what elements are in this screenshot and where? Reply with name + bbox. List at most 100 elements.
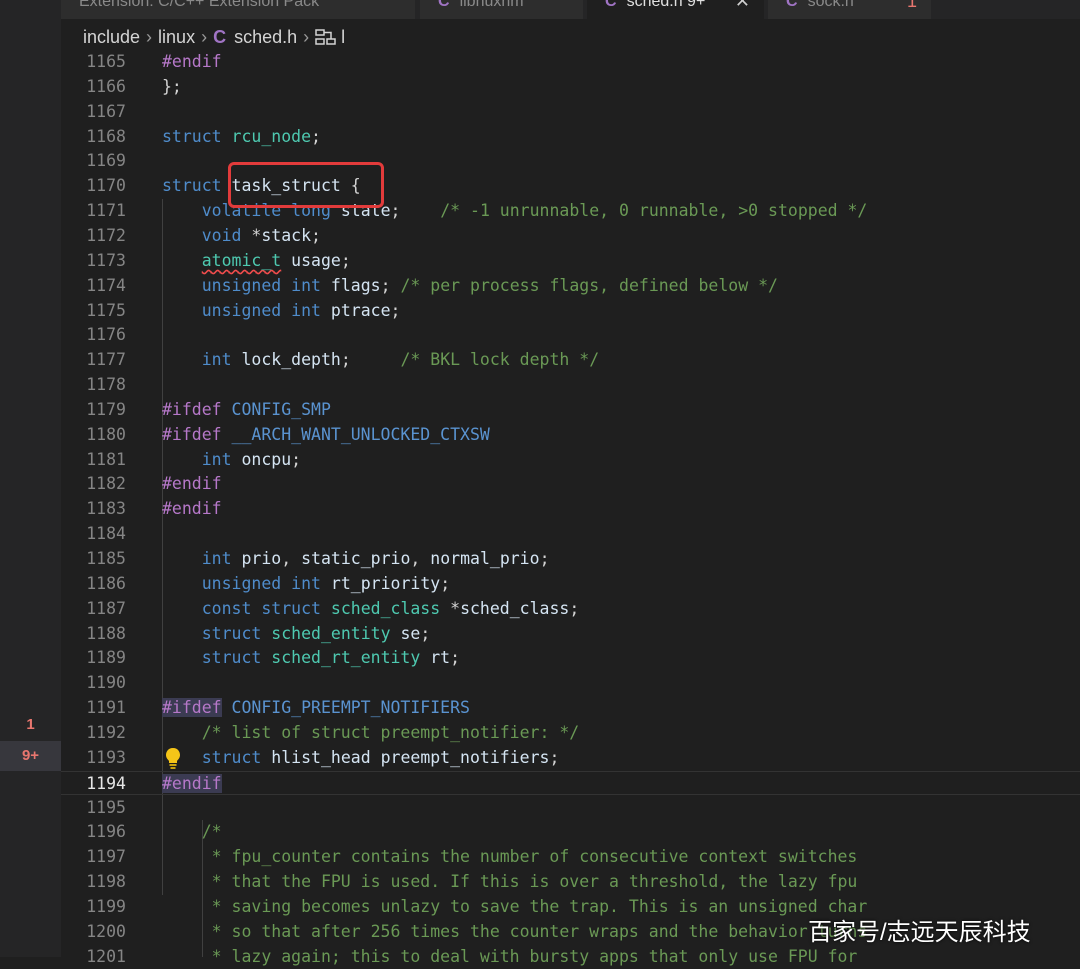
code-line[interactable]: 1173 atomic_t usage; [61, 249, 1080, 274]
code-line[interactable]: 1196 /* [61, 820, 1080, 845]
line-number: 1195 [86, 797, 126, 817]
code-line[interactable]: 1191 #ifdef CONFIG_PREEMPT_NOTIFIERS [61, 696, 1080, 721]
code-text: /* [162, 822, 222, 842]
lightbulb-icon[interactable] [163, 746, 183, 770]
code-text: struct rcu_node; [162, 126, 321, 146]
code-line[interactable]: 1181 int oncpu; [61, 448, 1080, 473]
code-editor[interactable]: 1165 #endif 1166}; 1167 1168 struct rcu_node;… [61, 50, 1080, 966]
code-line[interactable]: 1186 unsigned int rt_priority; [61, 572, 1080, 597]
code-line[interactable]: 1170 struct task_struct { [61, 174, 1080, 199]
line-number: 1177 [86, 350, 126, 370]
chevron-right-icon: › [201, 27, 208, 47]
code-line[interactable]: 1175 unsigned int ptrace; [61, 299, 1080, 324]
code-text: unsigned int rt_priority; [201, 573, 451, 593]
tab-sock-h[interactable]: Csock.h 1 [768, 0, 931, 19]
annotation-highlight-box [228, 162, 384, 208]
close-icon[interactable]: ✕ [735, 0, 750, 10]
code-line[interactable]: 1187 const struct sched_class *sched_cla… [61, 597, 1080, 622]
problem-count: 1 [906, 0, 917, 11]
tab-label: sched.h 9+ [626, 0, 706, 10]
code-text: unsigned int ptrace; [201, 300, 401, 320]
line-number: 1185 [86, 549, 126, 568]
line-number: 1180 [86, 424, 126, 444]
code-line[interactable]: 1188 struct sched_entity se; [61, 622, 1080, 647]
c-file-icon: C [786, 0, 798, 10]
code-line[interactable]: 1171 volatile long state; /* -1 unrunnab… [61, 199, 1080, 224]
code-text: unsigned int flags; /* per process flags… [201, 275, 778, 295]
line-number: 1197 [86, 847, 126, 867]
line-number: 1184 [86, 524, 126, 544]
code-line[interactable]: 1198 * that the FPU is used. If this is … [61, 870, 1080, 895]
line-number: 1183 [86, 499, 126, 519]
code-line[interactable]: 1192 /* list of struct preempt_notifier:… [61, 721, 1080, 746]
breadcrumb-linux[interactable]: linux [158, 27, 195, 47]
symbol-structure-icon [315, 29, 336, 45]
code-line[interactable]: 1193 struct hlist_head preempt_notifiers… [61, 746, 1080, 771]
c-file-icon: C [213, 27, 227, 47]
line-number: 1192 [86, 722, 126, 742]
code-line[interactable]: 1165 #endif [61, 50, 1080, 75]
line-number: 1182 [86, 474, 126, 494]
code-text: /* list of struct preempt_notifier: */ [162, 722, 580, 742]
code-line[interactable]: 1189 struct sched_rt_entity rt; [61, 646, 1080, 671]
code-line[interactable]: 1168 struct rcu_node; [61, 125, 1080, 150]
code-text: int prio, static_prio, normal_prio; [201, 549, 550, 568]
tab-bar: Extension: C/C++ Extension Pack Clibnuxn… [61, 0, 1080, 19]
breadcrumb-symbol[interactable]: l [341, 27, 345, 47]
code-text: }; [162, 76, 182, 96]
source-control-count-badge[interactable]: 9+ [0, 741, 61, 771]
line-number: 1194 [86, 773, 126, 793]
line-number: 1175 [86, 300, 126, 320]
watermark: 百家号/志远天辰科技 [808, 919, 1031, 946]
breadcrumb: include › linux › Csched.h › l [83, 24, 345, 50]
tab-label: libnuxnm [459, 0, 524, 10]
line-number: 1196 [86, 822, 126, 842]
code-line[interactable]: 1183 #endif [61, 497, 1080, 522]
tab-libnuxnm[interactable]: Clibnuxnm [420, 0, 583, 19]
code-text: #ifdef CONFIG_PREEMPT_NOTIFIERS [162, 698, 470, 718]
code-line[interactable]: 1179 #ifdef CONFIG_SMP [61, 398, 1080, 423]
code-text: * so that after 256 times the counter wr… [162, 921, 868, 941]
code-line[interactable]: 1195 [61, 796, 1080, 821]
breadcrumb-include[interactable]: include [83, 27, 140, 47]
line-number: 1179 [86, 399, 126, 419]
problems-count-badge[interactable]: 1 [0, 712, 61, 738]
line-number: 1198 [86, 872, 126, 892]
code-text: const struct sched_class *sched_class; [201, 598, 580, 618]
code-line[interactable]: 1197 * fpu_counter contains the number o… [61, 845, 1080, 870]
code-line[interactable]: 1167 [61, 100, 1080, 125]
line-number: 1187 [86, 598, 126, 618]
line-number: 1173 [86, 250, 126, 270]
code-line[interactable]: 1185 int prio, static_prio, normal_prio; [61, 547, 1080, 572]
code-text: #endif [162, 773, 222, 793]
breadcrumb-file[interactable]: sched.h [234, 27, 297, 47]
tab-extension[interactable]: Extension: C/C++ Extension Pack [61, 0, 415, 19]
line-number: 1171 [86, 201, 126, 221]
line-number: 1167 [86, 101, 126, 121]
line-number: 1178 [86, 375, 126, 395]
tab-sched-h[interactable]: Csched.h 9+ ✕ [587, 0, 764, 19]
code-line[interactable]: 1182 #endif [61, 472, 1080, 497]
code-line[interactable]: 1174 unsigned int flags; /* per process … [61, 274, 1080, 299]
line-number: 1186 [86, 573, 126, 593]
code-line[interactable]: 1166}; [61, 75, 1080, 100]
line-number: 1199 [86, 896, 126, 916]
line-number: 1200 [86, 921, 126, 941]
code-line[interactable]: 1184 [61, 522, 1080, 547]
line-number: 1174 [86, 275, 126, 295]
code-line[interactable]: 1176 [61, 323, 1080, 348]
code-line[interactable]: 1180 #ifdef __ARCH_WANT_UNLOCKED_CTXSW [61, 423, 1080, 448]
code-text: #ifdef CONFIG_SMP [162, 399, 331, 419]
code-line[interactable]: 1194 #endif [61, 770, 1080, 796]
code-line[interactable]: 1177 int lock_depth; /* BKL lock depth *… [61, 348, 1080, 373]
code-line[interactable]: 1178 [61, 373, 1080, 398]
code-line[interactable]: 1172 void *stack; [61, 224, 1080, 249]
code-line[interactable]: 1190 [61, 671, 1080, 696]
line-number: 1165 [86, 52, 126, 71]
code-line[interactable]: 1169 [61, 149, 1080, 174]
code-text: #endif [162, 52, 222, 71]
code-text: * that the FPU is used. If this is over … [162, 872, 858, 892]
code-text: #endif [162, 474, 222, 494]
code-text: struct sched_rt_entity rt; [201, 648, 461, 668]
line-number: 1188 [86, 623, 126, 643]
